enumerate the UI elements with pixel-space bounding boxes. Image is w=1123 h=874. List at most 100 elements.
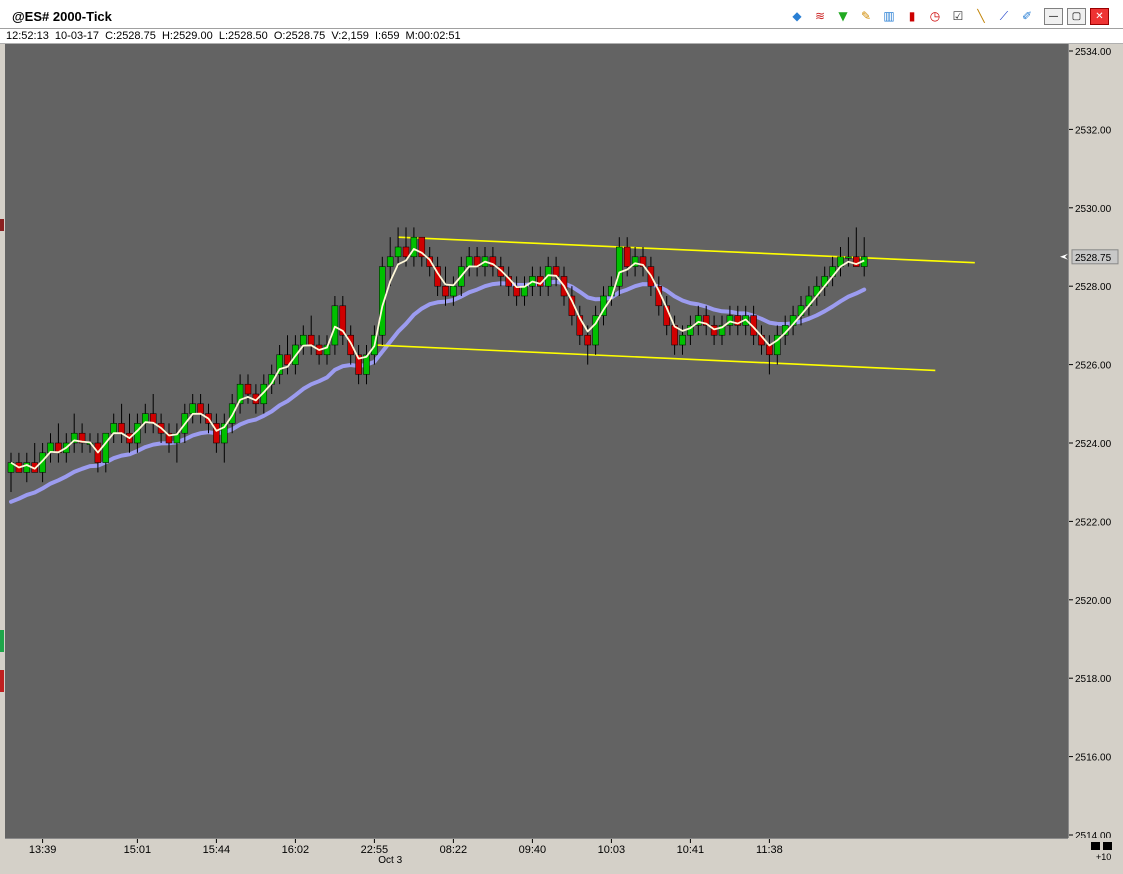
candle — [173, 423, 181, 463]
candle-body-up — [845, 256, 852, 259]
candle — [300, 325, 307, 355]
zoom-label: +10 — [1096, 852, 1112, 862]
candle — [592, 305, 599, 355]
left-marker-red — [0, 670, 4, 692]
candle — [213, 413, 220, 453]
candle — [236, 374, 244, 414]
candle — [307, 315, 315, 355]
candle — [631, 247, 639, 277]
price-tick-label: 2518.00 — [1075, 674, 1112, 685]
candle — [813, 276, 821, 306]
candle-body-up — [394, 246, 402, 258]
candle — [616, 237, 623, 296]
candle-body-up — [102, 432, 110, 463]
candle-body-up — [410, 236, 418, 258]
pencil-icon[interactable]: ✎ — [857, 7, 875, 25]
candle — [639, 247, 647, 277]
candlestick-chart[interactable] — [5, 44, 1068, 838]
candle — [331, 296, 339, 355]
time-axis[interactable]: 13:39 15:01 15:44 16:02 22:55 08:22 09:40 10:03… — [5, 838, 1068, 869]
price-tick-label: 2528.00 — [1075, 282, 1112, 293]
candle — [513, 276, 520, 306]
price-tick-label: 2530.00 — [1075, 204, 1112, 215]
minimize-button[interactable]: — — [1044, 8, 1063, 25]
candlestick-icon[interactable]: ▮ — [903, 7, 921, 25]
rainbow-icon[interactable]: ≋ — [811, 7, 829, 25]
draw-line-icon[interactable]: ╲ — [972, 7, 990, 25]
candle-body-up — [331, 305, 339, 346]
candle — [489, 247, 497, 277]
candle — [110, 413, 117, 443]
candle-body-down — [118, 423, 125, 434]
time-tick-label: 13:39 — [29, 844, 57, 856]
candle — [766, 335, 773, 375]
candle-body-down — [244, 383, 252, 395]
price-axis-svg: 2514.00 2516.00 2518.00 2520.00 2522.00 2524.… — [1069, 47, 1119, 842]
window-title: @ES# 2000-Tick — [12, 9, 112, 24]
candle — [15, 452, 23, 473]
candle-body-down — [442, 285, 449, 297]
candle-body-up — [465, 256, 473, 267]
candle — [805, 286, 813, 316]
price-tick-label: 2524.00 — [1075, 439, 1112, 450]
layers-icon[interactable]: ◆ — [788, 7, 806, 25]
brush-icon[interactable]: ✐ — [1018, 7, 1036, 25]
bar-chart-icon[interactable]: ▥ — [880, 7, 898, 25]
candle — [118, 403, 125, 443]
candle — [521, 276, 528, 306]
quote-info-bar: 12:52:13 10-03-17 C:2528.75 H:2529.00 L:… — [0, 29, 1123, 44]
last-price-arrow-icon — [1060, 253, 1068, 260]
candle — [70, 413, 78, 453]
left-marker-green — [0, 630, 4, 652]
lower-channel-line[interactable] — [374, 344, 936, 372]
candle-body-up — [300, 334, 307, 346]
price-chart-area[interactable] — [5, 44, 1068, 838]
time-tick-label: 15:01 — [124, 844, 152, 856]
clock-icon[interactable]: ◷ — [926, 7, 944, 25]
candle — [837, 247, 844, 277]
candle-body-down — [853, 256, 860, 267]
candle — [55, 423, 62, 463]
close-button[interactable]: ✕ — [1090, 8, 1109, 25]
candle — [821, 266, 828, 296]
candle — [695, 305, 702, 336]
candle — [142, 403, 149, 434]
candle-body-down — [307, 334, 315, 346]
restore-button[interactable]: ▢ — [1067, 8, 1086, 25]
time-tick-label: 10:03 — [598, 844, 626, 856]
candle — [276, 345, 283, 385]
candle — [126, 413, 133, 453]
slow-moving-average-line — [9, 279, 867, 504]
price-tick-label: 2526.00 — [1075, 361, 1112, 372]
price-axis[interactable]: 2514.00 2516.00 2518.00 2520.00 2522.00 2524.… — [1068, 44, 1121, 842]
funnel-icon[interactable]: ▼ — [834, 7, 852, 25]
last-price-label: 2528.75 — [1075, 253, 1112, 264]
candle — [363, 345, 370, 385]
candle-body-up — [450, 285, 457, 297]
scroll-left-button[interactable] — [1091, 842, 1100, 850]
candle — [165, 423, 173, 453]
time-axis-svg: 13:39 15:01 15:44 16:02 22:55 08:22 09:40 10:03… — [29, 839, 783, 866]
list-check-icon[interactable]: ☑ — [949, 7, 967, 25]
candle-body-up — [23, 462, 31, 473]
trend-line-icon[interactable]: ⟋ — [995, 7, 1013, 25]
candle — [410, 227, 418, 267]
candle-body-up — [386, 256, 394, 267]
time-tick-label: 15:44 — [203, 844, 231, 856]
candle-body-down — [402, 246, 410, 258]
time-tick-label: 08:22 — [440, 844, 468, 856]
window-controls: — ▢ ✕ — [1044, 8, 1109, 25]
candle — [197, 394, 204, 424]
candle — [221, 413, 228, 463]
candle — [718, 315, 726, 345]
candle — [78, 423, 86, 453]
candle-body-up — [189, 403, 196, 414]
date-label: Oct 3 — [378, 855, 402, 866]
time-tick-label: 10:41 — [677, 844, 705, 856]
candle — [829, 256, 836, 287]
candle — [774, 325, 781, 365]
left-marker-red-top — [0, 219, 4, 231]
price-tick-label: 2522.00 — [1075, 517, 1112, 528]
scroll-right-button[interactable] — [1103, 842, 1112, 850]
quote-info-text: 12:52:13 10-03-17 C:2528.75 H:2529.00 L:… — [6, 30, 461, 42]
